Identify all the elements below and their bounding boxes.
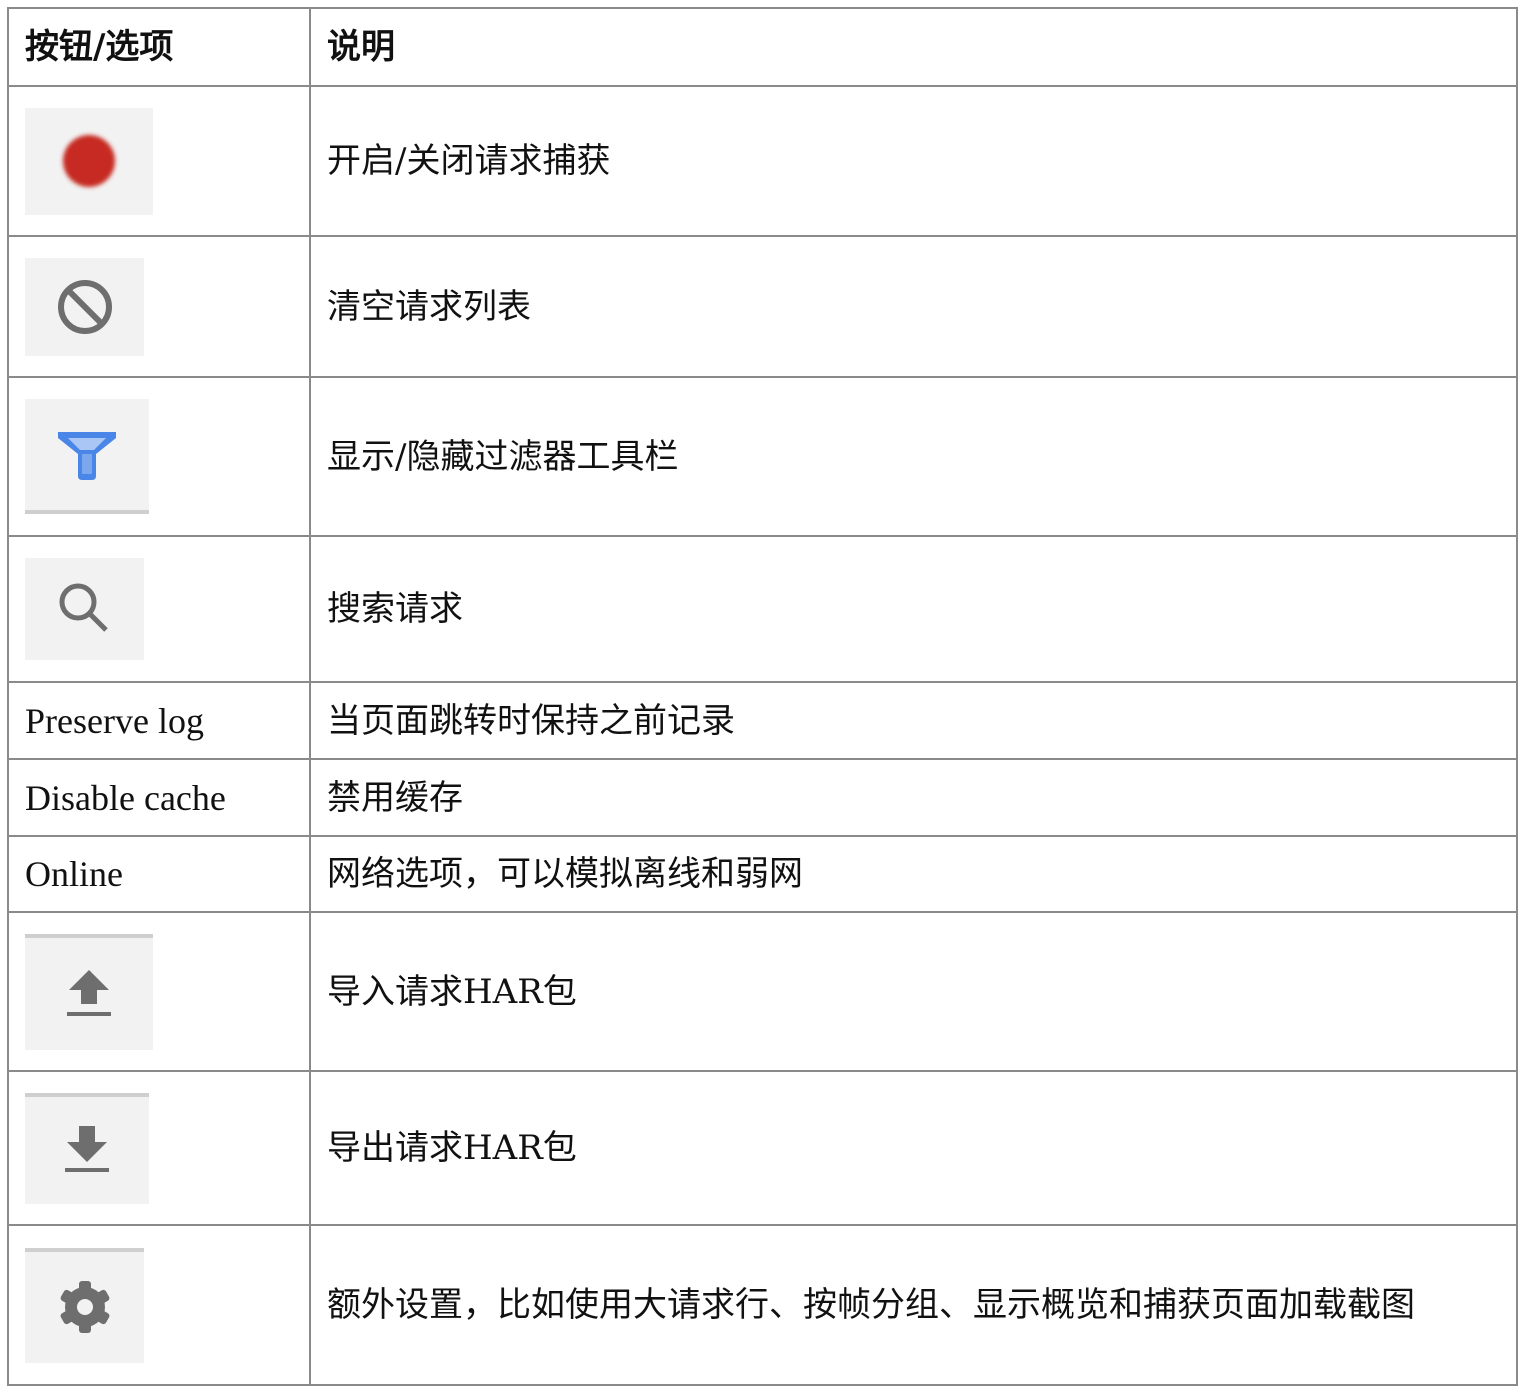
table-row: 额外设置，比如使用大请求行、按帧分组、显示概览和捕获页面加载截图 — [7, 1224, 1518, 1386]
option-preserve-log: Preserve log — [7, 681, 311, 760]
row-description: 清空请求列表 — [309, 235, 1518, 378]
table-header-row: 按钮/选项 说明 — [7, 7, 1518, 87]
table-row: Preserve log 当页面跳转时保持之前记录 — [7, 681, 1518, 760]
row-description: 额外设置，比如使用大请求行、按帧分组、显示概览和捕获页面加载截图 — [309, 1224, 1518, 1386]
clear-icon — [57, 279, 112, 334]
row-description: 导入请求HAR包 — [309, 911, 1518, 1072]
export-icon — [65, 1126, 109, 1172]
devtools-network-buttons-table: 按钮/选项 说明 开启/关闭请求捕获 清空请求列表 显示/隐藏过滤器工具栏 搜索… — [7, 7, 1518, 1386]
settings-button-image — [25, 1247, 144, 1363]
search-button-image — [25, 558, 144, 660]
option-online: Online — [7, 835, 311, 913]
row-description: 开启/关闭请求捕获 — [309, 85, 1518, 237]
row-description: 禁用缓存 — [309, 758, 1518, 837]
search-icon — [59, 583, 108, 632]
import-button-image — [25, 933, 153, 1050]
table-row: 导入请求HAR包 — [7, 911, 1518, 1072]
row-description: 导出请求HAR包 — [309, 1070, 1518, 1226]
row-description: 网络选项，可以模拟离线和弱网 — [309, 835, 1518, 913]
clear-button-image — [25, 257, 144, 356]
table-row: Disable cache 禁用缓存 — [7, 758, 1518, 837]
gear-icon — [60, 1281, 109, 1333]
record-button-image — [25, 107, 153, 215]
filter-icon — [58, 431, 116, 480]
table-row: 开启/关闭请求捕获 — [7, 85, 1518, 237]
option-disable-cache: Disable cache — [7, 758, 311, 837]
header-description: 说明 — [309, 7, 1518, 87]
record-icon — [63, 135, 115, 187]
row-description: 搜索请求 — [309, 535, 1518, 683]
table-row: 显示/隐藏过滤器工具栏 — [7, 376, 1518, 537]
header-button-option: 按钮/选项 — [7, 7, 311, 87]
row-description: 当页面跳转时保持之前记录 — [309, 681, 1518, 760]
table-row: 清空请求列表 — [7, 235, 1518, 378]
table-row: 搜索请求 — [7, 535, 1518, 683]
table-row: Online 网络选项，可以模拟离线和弱网 — [7, 835, 1518, 913]
export-button-image — [25, 1092, 149, 1204]
table-row: 导出请求HAR包 — [7, 1070, 1518, 1226]
row-description: 显示/隐藏过滤器工具栏 — [309, 376, 1518, 537]
import-icon — [67, 969, 111, 1016]
filter-button-image — [25, 399, 149, 514]
